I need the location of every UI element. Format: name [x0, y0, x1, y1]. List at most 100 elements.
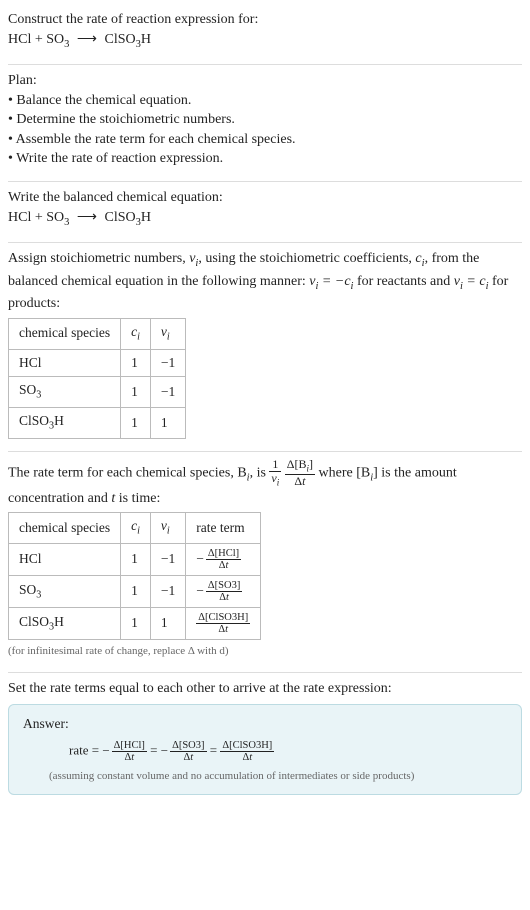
h: H: [54, 614, 64, 629]
rt3: where [B: [319, 466, 371, 481]
table-row: HCl 1 −1 −Δ[HCl]Δt: [9, 544, 261, 576]
eqpc: = c: [463, 274, 486, 289]
den-nu: νi: [269, 472, 281, 488]
cell-c: 1: [121, 576, 151, 608]
species-hcl: HCl: [8, 32, 31, 47]
delta: Δ: [294, 474, 302, 488]
divider: [8, 181, 522, 182]
isub: i: [277, 478, 280, 488]
rt2: , is: [250, 466, 270, 481]
rateterm-table: chemical species ci νi rate term HCl 1 −…: [8, 512, 261, 640]
rateterm-text: The rate term for each chemical species,…: [8, 458, 522, 508]
rate-word: rate =: [69, 743, 102, 758]
table-row: HCl 1 −1: [9, 349, 186, 377]
divider: [8, 64, 522, 65]
final-section: Set the rate terms equal to each other t…: [8, 675, 522, 798]
cell-v: 1: [150, 608, 185, 640]
sub3: 3: [36, 390, 41, 401]
cell-rate: Δ[ClSO3H]Δt: [186, 608, 261, 640]
rate-expression: rate = −Δ[HCl]Δt = −Δ[SO3]Δt = Δ[ClSO3H]…: [43, 740, 507, 763]
clso: ClSO: [19, 413, 49, 428]
hdr-species: chemical species: [9, 318, 121, 349]
divider: [8, 672, 522, 673]
t2: , using the stoichiometric coefficients,: [198, 251, 415, 266]
hdr-nui: νi: [150, 318, 185, 349]
table-row: SO3 1 −1 −Δ[SO3]Δt: [9, 576, 261, 608]
frac: Δ[SO3]Δt: [206, 580, 242, 603]
hdr-ci: ci: [121, 318, 151, 349]
cell-v: −1: [150, 544, 185, 576]
so: SO: [19, 582, 36, 597]
table-header-row: chemical species ci νi rate term: [9, 513, 261, 544]
plus: +: [31, 210, 46, 225]
cell-c: 1: [121, 408, 151, 439]
d: Δt: [170, 752, 206, 763]
num1: 1: [269, 458, 281, 472]
prompt-section: Construct the rate of reaction expressio…: [8, 6, 522, 62]
h: H: [54, 413, 64, 428]
numso3: Δ[SO3]: [206, 580, 242, 592]
balanced-intro: Write the balanced chemical equation:: [8, 188, 522, 208]
answer-box: Answer: rate = −Δ[HCl]Δt = −Δ[SO3]Δt = Δ…: [8, 704, 522, 795]
plan-item-3-text: Assemble the rate term for each chemical…: [16, 132, 296, 147]
rt5: is time:: [115, 491, 160, 506]
t: t: [190, 752, 193, 763]
cell-v: −1: [150, 349, 185, 377]
species-h: H: [141, 210, 151, 225]
divider: [8, 451, 522, 452]
frac: Δ[ClSO3H]Δt: [196, 612, 250, 635]
t: t: [225, 560, 228, 571]
isub: i: [167, 526, 170, 537]
cell-species: ClSO3H: [9, 608, 121, 640]
plan-item-4: • Write the rate of reaction expression.: [8, 149, 522, 169]
num-dbi: Δ[Bi]: [285, 458, 315, 475]
sub3: 3: [64, 216, 69, 227]
plan-item-4-text: Write the rate of reaction expression.: [16, 151, 223, 166]
species-hcl: HCl: [8, 210, 31, 225]
stoich-table: chemical species ci νi HCl 1 −1 SO3 1 −1…: [8, 318, 186, 439]
hdr-nui: νi: [150, 513, 185, 544]
hdr-species: chemical species: [9, 513, 121, 544]
plan-section: Plan: • Balance the chemical equation. •…: [8, 67, 522, 179]
t: t: [225, 624, 228, 635]
table-header-row: chemical species ci νi: [9, 318, 186, 349]
prompt-equation: HCl + SO3 ⟶ ClSO3H: [8, 30, 522, 52]
frac-so3: Δ[SO3]Δt: [170, 740, 206, 763]
dBclose: ]: [309, 457, 313, 471]
cell-c: 1: [121, 544, 151, 576]
d: Δt: [112, 752, 147, 763]
minus: −: [102, 743, 109, 758]
hdr-rate: rate term: [186, 513, 261, 544]
n: Δ[SO3]: [170, 740, 206, 752]
frac-dBi-dt: Δ[Bi]Δt: [285, 458, 315, 488]
eq1: =: [147, 743, 161, 758]
minus: −: [161, 743, 168, 758]
cell-v: 1: [150, 408, 185, 439]
nu-eq-neg-c: νi = −ci: [309, 274, 353, 289]
isub: i: [137, 526, 140, 537]
sub3: 3: [36, 589, 41, 600]
plus: +: [31, 32, 46, 47]
cell-species: SO3: [9, 377, 121, 408]
n: Δ[ClSO3H]: [220, 740, 274, 752]
d: Δt: [220, 752, 274, 763]
clso: ClSO: [19, 614, 49, 629]
answer-label: Answer:: [23, 715, 507, 734]
cell-c: 1: [121, 377, 151, 408]
cell-species: HCl: [9, 544, 121, 576]
plan-item-3: • Assemble the rate term for each chemic…: [8, 130, 522, 150]
cell-species: ClSO3H: [9, 408, 121, 439]
t: t: [249, 752, 252, 763]
frac-clso3h: Δ[ClSO3H]Δt: [220, 740, 274, 763]
prompt-line1: Construct the rate of reaction expressio…: [8, 10, 522, 30]
cell-c: 1: [121, 349, 151, 377]
cell-rate: −Δ[SO3]Δt: [186, 576, 261, 608]
cell-c: 1: [121, 608, 151, 640]
frac-hcl: Δ[HCl]Δt: [112, 740, 147, 763]
t: t: [226, 592, 229, 603]
nu-i: νi: [189, 251, 198, 266]
c-i: ci: [415, 251, 424, 266]
table-row: SO3 1 −1: [9, 377, 186, 408]
numclso3h: Δ[ClSO3H]: [196, 612, 250, 624]
balanced-section: Write the balanced chemical equation: HC…: [8, 184, 522, 240]
